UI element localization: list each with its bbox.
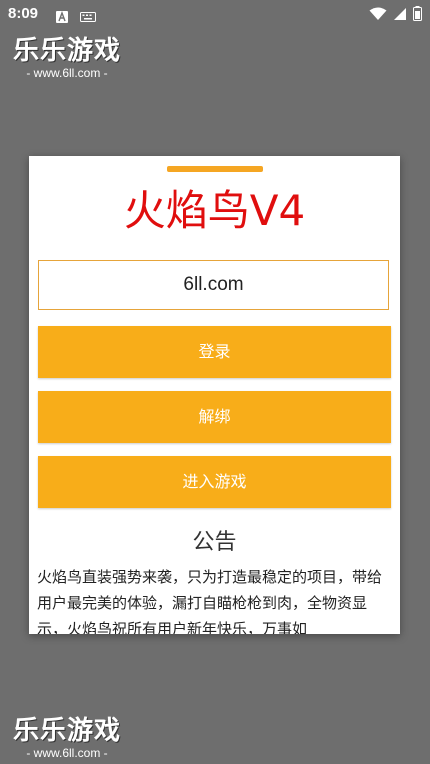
status-bar: 8:09 xyxy=(0,0,430,30)
text-a-icon xyxy=(56,8,68,27)
battery-icon xyxy=(413,6,422,25)
enter-game-button[interactable]: 进入游戏 xyxy=(38,456,391,508)
watermark-bottom: 乐乐游戏 - www.6ll.com - xyxy=(12,716,122,760)
watermark-top: 乐乐游戏 - www.6ll.com - xyxy=(12,36,122,80)
status-icons-left xyxy=(56,8,96,27)
watermark-subtitle: - www.6ll.com - xyxy=(26,66,108,80)
notice-title: 公告 xyxy=(192,530,237,555)
dialog-title: 火焰鸟V4 xyxy=(123,186,306,235)
wifi-icon xyxy=(369,6,387,25)
unbind-button[interactable]: 解绑 xyxy=(38,391,391,443)
key-input[interactable] xyxy=(38,260,389,310)
watermark-title: 乐乐游戏 xyxy=(12,36,121,66)
watermark-title: 乐乐游戏 xyxy=(12,716,121,746)
notice-text: 火焰鸟直装强势来袭，只为打造最稳定的项目，带给用户最完美的体验，漏打自瞄枪枪到肉… xyxy=(37,568,383,634)
status-icons-right xyxy=(369,6,422,25)
login-button[interactable]: 登录 xyxy=(38,326,391,378)
keyboard-icon xyxy=(80,8,96,27)
signal-icon xyxy=(393,6,407,25)
watermark-subtitle: - www.6ll.com - xyxy=(26,746,108,760)
login-dialog: 火焰鸟V4 登录 解绑 进入游戏 公告 火焰鸟直装强势来袭，只为打造最稳定的项目… xyxy=(29,156,400,634)
status-time: 8:09 xyxy=(8,5,39,22)
dialog-accent-bar xyxy=(167,166,263,172)
